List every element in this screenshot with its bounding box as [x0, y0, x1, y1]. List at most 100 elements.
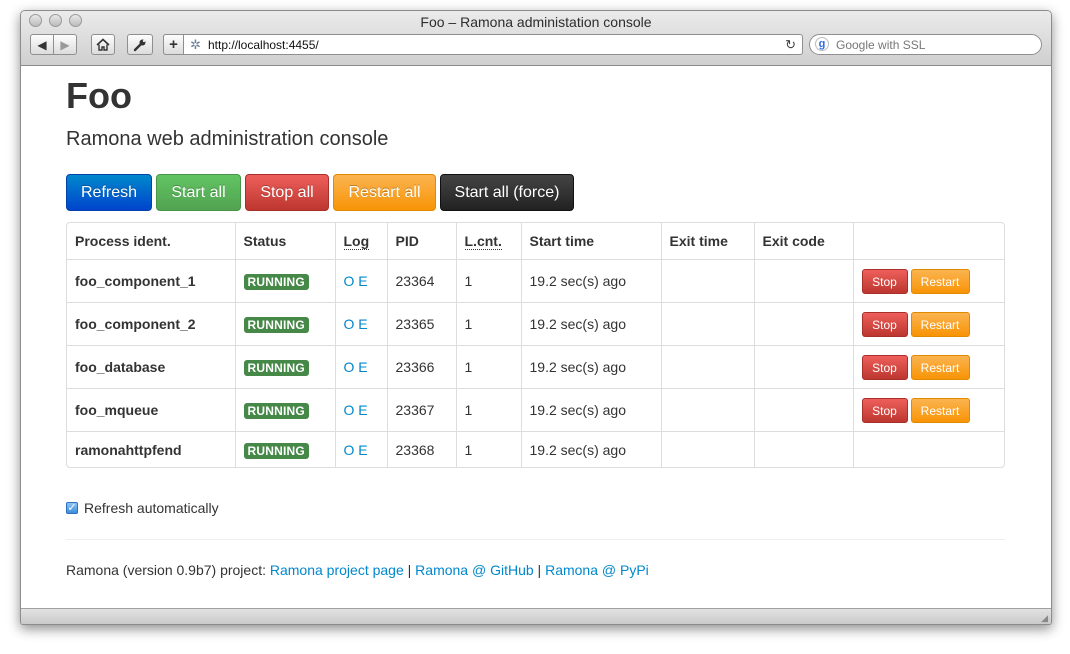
footer-separator: | [533, 562, 546, 578]
footer-prefix: Ramona (version 0.9b7) project: [66, 562, 270, 578]
exit-code-cell [753, 388, 853, 432]
project-page-link[interactable]: Ramona project page [270, 562, 404, 578]
start-time-cell: 19.2 sec(s) ago [520, 431, 661, 467]
stdout-log-link[interactable]: O [344, 273, 355, 289]
back-button[interactable]: ◀ [30, 34, 54, 55]
process-name: foo_database [67, 345, 235, 389]
process-table: Process ident. Status Log PID L.cnt. Sta… [66, 222, 1005, 468]
stdout-log-link[interactable]: O [344, 359, 355, 375]
table-header-row: Process ident. Status Log PID L.cnt. Sta… [67, 223, 1004, 260]
lcnt-cell: 1 [455, 345, 521, 389]
stderr-log-link[interactable]: E [358, 316, 367, 332]
col-header-pid: PID [386, 223, 456, 260]
restart-all-button[interactable]: Restart all [333, 174, 436, 211]
col-header-exit-code: Exit code [753, 223, 853, 260]
actions-cell [852, 431, 1004, 467]
process-name: foo_component_2 [67, 302, 235, 346]
col-header-log: Log [334, 223, 387, 260]
wrench-icon [133, 39, 146, 51]
reload-icon[interactable]: ↻ [785, 37, 796, 53]
page-content: Foo Ramona web administration console Re… [21, 66, 1051, 608]
browser-status-bar: ◢ [21, 608, 1051, 624]
status-cell: RUNNING [234, 345, 335, 389]
log-header-label: Log [343, 233, 370, 250]
restart-button[interactable]: Restart [910, 311, 970, 337]
stop-button[interactable]: Stop [861, 397, 908, 423]
stop-button[interactable]: Stop [861, 311, 908, 337]
stderr-log-link[interactable]: E [358, 442, 367, 458]
status-badge: RUNNING [243, 442, 309, 459]
forward-icon: ▶ [60, 37, 70, 52]
lcnt-cell: 1 [455, 431, 521, 467]
page-subtitle: Ramona web administration console [66, 128, 389, 150]
exit-time-cell [660, 388, 754, 432]
stderr-log-link[interactable]: E [358, 273, 367, 289]
refresh-button[interactable]: Refresh [66, 174, 152, 211]
start-all-force-button[interactable]: Start all (force) [440, 174, 574, 211]
log-cell: O E [334, 431, 387, 467]
settings-button[interactable] [127, 34, 153, 55]
lcnt-header-label: L.cnt. [464, 233, 502, 250]
checkbox-check-icon: ✓ [67, 502, 77, 514]
divider [66, 539, 1005, 540]
restart-button[interactable]: Restart [910, 354, 970, 380]
back-icon: ◀ [37, 37, 47, 52]
start-time-cell: 19.2 sec(s) ago [520, 388, 661, 432]
forward-button[interactable]: ▶ [53, 34, 77, 55]
exit-code-cell [753, 431, 853, 467]
gear-icon: ✲ [190, 37, 201, 52]
table-row: foo_component_2 RUNNING O E 23365 1 19.2… [67, 302, 1004, 346]
home-icon [96, 38, 110, 51]
process-name: ramonahttpfend [67, 431, 235, 467]
process-name: foo_mqueue [67, 388, 235, 432]
home-button[interactable] [91, 34, 115, 55]
status-badge: RUNNING [243, 359, 309, 376]
start-all-button[interactable]: Start all [156, 174, 241, 211]
log-cell: O E [334, 345, 387, 389]
add-bookmark-button[interactable]: + [163, 34, 184, 55]
pid-cell: 23366 [386, 345, 456, 389]
actions-cell: Stop Restart [852, 302, 1004, 346]
col-header-lcnt: L.cnt. [455, 223, 521, 260]
footer-separator: | [403, 562, 416, 578]
stdout-log-link[interactable]: O [344, 316, 355, 332]
status-cell: RUNNING [234, 259, 335, 303]
address-bar[interactable]: + ✲ http://localhost:4455/ ↻ [163, 34, 803, 55]
lcnt-cell: 1 [455, 259, 521, 303]
start-time-cell: 19.2 sec(s) ago [520, 302, 661, 346]
stdout-log-link[interactable]: O [344, 442, 355, 458]
pid-cell: 23364 [386, 259, 456, 303]
col-header-exit-time: Exit time [660, 223, 754, 260]
status-badge: RUNNING [243, 273, 309, 290]
status-cell: RUNNING [234, 431, 335, 467]
col-header-actions [852, 223, 1004, 260]
stop-button[interactable]: Stop [861, 268, 908, 294]
exit-time-cell [660, 259, 754, 303]
pid-cell: 23365 [386, 302, 456, 346]
start-time-cell: 19.2 sec(s) ago [520, 345, 661, 389]
auto-refresh-row: ✓ Refresh automatically [66, 500, 219, 516]
stop-button[interactable]: Stop [861, 354, 908, 380]
col-header-status: Status [234, 223, 335, 260]
auto-refresh-checkbox[interactable]: ✓ [66, 502, 78, 514]
stderr-log-link[interactable]: E [358, 402, 367, 418]
browser-toolbar: Foo – Ramona administation console ◀ ▶ +… [21, 11, 1051, 66]
stdout-log-link[interactable]: O [344, 402, 355, 418]
exit-time-cell [660, 302, 754, 346]
status-badge: RUNNING [243, 402, 309, 419]
stderr-log-link[interactable]: E [358, 359, 367, 375]
restart-button[interactable]: Restart [910, 397, 970, 423]
exit-time-cell [660, 345, 754, 389]
footer: Ramona (version 0.9b7) project: Ramona p… [66, 562, 649, 578]
search-placeholder: Google with SSL [836, 38, 926, 52]
stop-all-button[interactable]: Stop all [245, 174, 329, 211]
search-field[interactable]: g Google with SSL [809, 34, 1042, 55]
github-link[interactable]: Ramona @ GitHub [415, 562, 533, 578]
table-row: foo_mqueue RUNNING O E 23367 1 19.2 sec(… [67, 388, 1004, 432]
log-cell: O E [334, 388, 387, 432]
table-row: ramonahttpfend RUNNING O E 23368 1 19.2 … [67, 431, 1004, 467]
restart-button[interactable]: Restart [910, 268, 970, 294]
actions-cell: Stop Restart [852, 345, 1004, 389]
pypi-link[interactable]: Ramona @ PyPi [545, 562, 649, 578]
resize-grip-icon[interactable]: ◢ [1041, 613, 1048, 624]
